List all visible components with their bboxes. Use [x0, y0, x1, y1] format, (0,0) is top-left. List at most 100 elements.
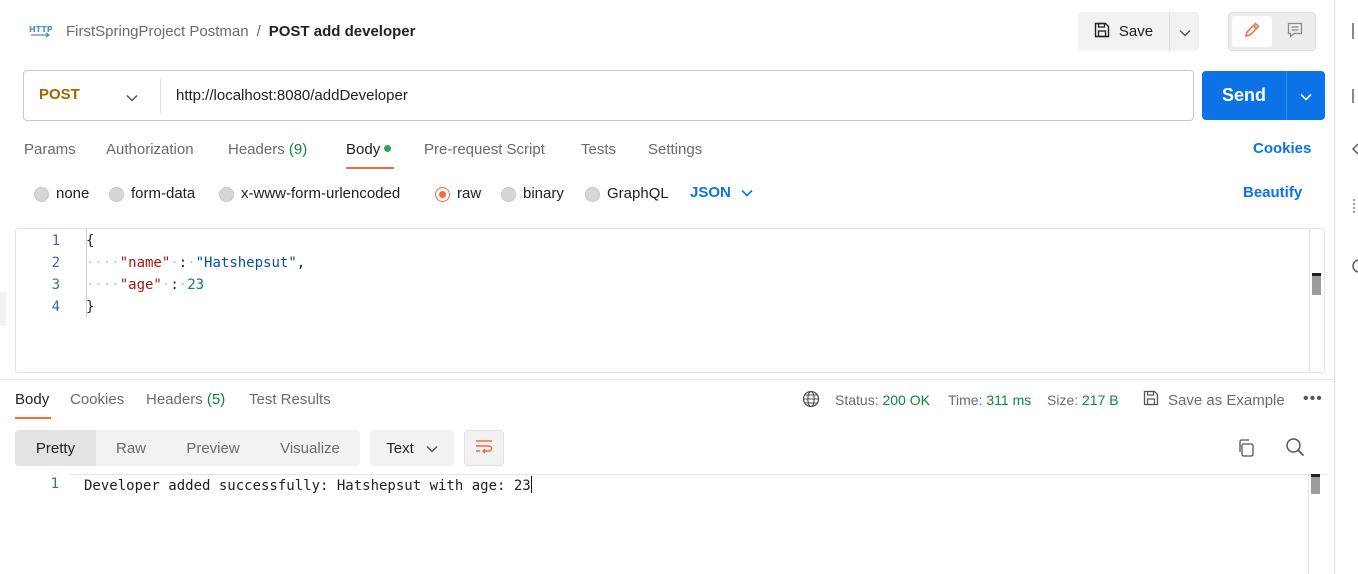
breadcrumb-bar: HTTP FirstSpringProject Postman / POST add…	[0, 0, 1334, 62]
status-value: 200 OK	[882, 392, 930, 408]
json-key: "age"	[119, 277, 162, 293]
tab-settings[interactable]: Settings	[648, 140, 702, 160]
response-format-label: Text	[386, 439, 414, 457]
radio-button[interactable]	[34, 186, 49, 202]
response-format-select[interactable]: Text	[370, 430, 454, 466]
wrap-lines-icon	[474, 438, 494, 459]
radio-label: GraphQL	[607, 185, 669, 202]
save-button-group: Save	[1078, 12, 1199, 51]
view-raw[interactable]: Raw	[96, 430, 166, 466]
tab-label: Authorization	[106, 141, 194, 158]
save-button[interactable]: Save	[1078, 12, 1168, 51]
tab-tests[interactable]: Tests	[581, 140, 616, 160]
radio-label: none	[56, 185, 90, 202]
breadcrumb-collection[interactable]: FirstSpringProject Postman	[66, 23, 249, 40]
code-line: {	[86, 233, 94, 249]
radio-binary[interactable]: binary	[501, 184, 564, 204]
chevron-down-icon	[1178, 24, 1191, 40]
code-line: }	[86, 299, 94, 315]
scrollbar-thumb[interactable]	[1311, 474, 1320, 494]
save-dropdown-button[interactable]	[1169, 12, 1199, 51]
comments-icon[interactable]	[1352, 198, 1358, 217]
scrollbar-thumb[interactable]	[1312, 273, 1321, 295]
size-value: 217 B	[1082, 392, 1119, 408]
radio-button[interactable]	[501, 186, 516, 202]
more-options-button[interactable]: •••	[1303, 390, 1323, 408]
view-visualize[interactable]: Visualize	[260, 430, 360, 466]
tab-label: Headers	[146, 391, 203, 408]
copy-icon[interactable]	[1236, 438, 1256, 461]
json-value: 23	[187, 277, 205, 293]
wrap-lines-button[interactable]	[464, 430, 504, 466]
tab-label: Pre-request Script	[424, 141, 545, 158]
send-button[interactable]: Send	[1202, 71, 1286, 120]
code-line: ····"age"·:·23	[86, 277, 204, 293]
chevron-down-icon	[426, 440, 438, 457]
radio-button-selected[interactable]	[435, 186, 450, 202]
breadcrumb-separator: /	[256, 23, 261, 40]
http-method-select[interactable]: POST	[39, 86, 80, 103]
json-brace: {	[86, 233, 95, 249]
save-as-example-button[interactable]: Save as Example	[1142, 389, 1285, 411]
view-preview[interactable]: Preview	[166, 430, 260, 466]
active-tab-indicator	[15, 417, 51, 419]
editor-guide	[86, 229, 1306, 317]
url-input[interactable]: http://localhost:8080/addDeveloper	[176, 87, 408, 104]
tab-authorization[interactable]: Authorization	[106, 140, 194, 160]
json-key: "name"	[119, 255, 171, 271]
tab-pre-request-script[interactable]: Pre-request Script	[424, 140, 545, 160]
sidebar-edge	[0, 292, 6, 326]
whitespace-marker: ·	[170, 255, 179, 271]
response-tab-headers[interactable]: Headers (5)	[146, 390, 225, 410]
send-button-group: Send	[1202, 71, 1325, 120]
save-label: Save	[1118, 23, 1154, 40]
documentation-mode-button[interactable]	[1275, 16, 1315, 47]
radio-button[interactable]	[219, 186, 234, 202]
response-tab-test-results[interactable]: Test Results	[249, 390, 331, 410]
text-cursor	[530, 476, 533, 493]
send-dropdown-button[interactable]	[1286, 71, 1325, 120]
radio-none[interactable]: none	[34, 184, 89, 204]
globe-icon[interactable]	[802, 390, 820, 411]
pane-divider[interactable]	[0, 379, 1334, 380]
radio-form-data[interactable]: form-data	[109, 184, 195, 204]
tab-params[interactable]: Params	[24, 140, 76, 160]
radio-button[interactable]	[585, 186, 600, 202]
radio-x-www-form-urlencoded[interactable]: x-www-form-urlencoded	[219, 184, 400, 204]
radio-raw[interactable]: raw	[435, 184, 481, 204]
chevron-down-icon	[741, 184, 753, 201]
view-pretty[interactable]: Pretty	[15, 430, 96, 466]
request-body-editor[interactable]: 1 2 3 4 { ····"name"·:·"Hatshepsut", ···…	[15, 228, 1325, 373]
tab-body[interactable]: Body	[346, 140, 392, 160]
cookies-link[interactable]: Cookies	[1253, 140, 1311, 157]
save-icon	[1142, 389, 1160, 411]
documentation-icon[interactable]	[1352, 22, 1358, 43]
search-icon[interactable]	[1285, 437, 1305, 460]
response-tab-body[interactable]: Body	[15, 390, 49, 410]
response-size[interactable]: Size: 217 B	[1047, 391, 1119, 409]
tab-headers[interactable]: Headers (9)	[228, 140, 307, 160]
code-icon[interactable]	[1352, 142, 1358, 158]
response-tab-cookies[interactable]: Cookies	[70, 390, 124, 410]
status-dot	[384, 145, 392, 152]
editor-scrollbar[interactable]	[1309, 229, 1324, 372]
json-comma: ,	[296, 255, 306, 271]
breadcrumb-request[interactable]: POST add developer	[269, 23, 416, 40]
divider	[160, 79, 161, 113]
active-tab-indicator	[346, 167, 394, 169]
info-icon[interactable]	[1352, 88, 1358, 107]
beautify-button[interactable]: Beautify	[1243, 184, 1302, 201]
body-format-select[interactable]: JSON	[690, 184, 753, 201]
edit-mode-button[interactable]	[1232, 16, 1272, 47]
response-time[interactable]: Time: 311 ms	[948, 391, 1031, 409]
chevron-down-icon[interactable]	[126, 89, 138, 105]
history-icon[interactable]	[1352, 258, 1358, 277]
radio-label: x-www-form-urlencoded	[241, 185, 401, 202]
tab-label: Body	[15, 391, 50, 408]
indent-guide: ····	[86, 255, 120, 271]
response-status[interactable]: Status: 200 OK	[835, 391, 930, 409]
status-label: Status:	[835, 392, 879, 408]
response-body-text[interactable]: Developer added successfully: Hatshepsut…	[84, 476, 533, 494]
radio-button[interactable]	[109, 186, 124, 202]
radio-graphql[interactable]: GraphQL	[585, 184, 669, 204]
